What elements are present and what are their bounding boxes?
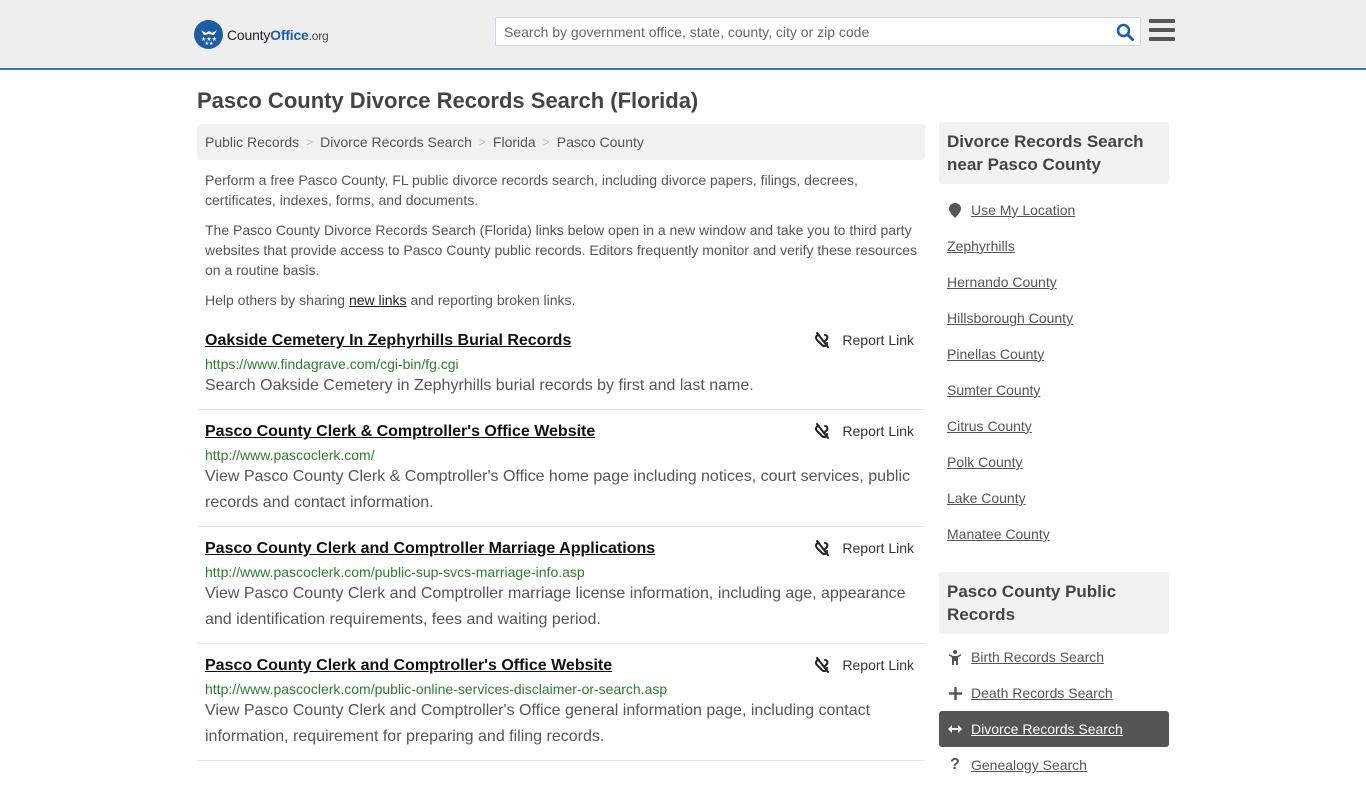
result-item: Pasco County Clerk & Comptroller's Offic… bbox=[197, 410, 925, 527]
result-item: Pasco County Clerk and Comptroller Marri… bbox=[197, 527, 925, 644]
sidebar-item-genealogy[interactable]: ? Genealogy Search bbox=[939, 747, 1169, 783]
page-title: Pasco County Divorce Records Search (Flo… bbox=[197, 88, 699, 113]
result-url: http://www.pascoclerk.com/ bbox=[205, 447, 375, 463]
logo-wordmark: CountyOffice.org bbox=[227, 27, 329, 43]
broken-link-icon bbox=[815, 332, 830, 348]
logo-org: .org bbox=[308, 28, 329, 43]
eagle-stars-badge-icon: ★★★ ★★ bbox=[194, 20, 223, 49]
sidebar-link[interactable]: Birth Records Search bbox=[971, 649, 1104, 665]
site-logo[interactable]: ★★★ ★★ CountyOffice.org bbox=[194, 20, 329, 49]
nearby-link[interactable]: Citrus County bbox=[947, 418, 1032, 434]
nearby-item-zephyrhills[interactable]: Zephyrhills bbox=[939, 228, 1169, 264]
report-link-label: Report Link bbox=[842, 657, 914, 673]
result-url: https://www.findagrave.com/cgi-bin/fg.cg… bbox=[205, 356, 459, 372]
nearby-link[interactable]: Sumter County bbox=[947, 382, 1040, 398]
broken-link-icon bbox=[815, 657, 830, 673]
result-item: Oakside Cemetery In Zephyrhills Burial R… bbox=[197, 327, 925, 410]
intro-text-segment: Help others by sharing bbox=[205, 292, 349, 308]
svg-text:★★: ★★ bbox=[204, 41, 213, 46]
nearby-link[interactable]: Hernando County bbox=[947, 274, 1057, 290]
nearby-link[interactable]: Manatee County bbox=[947, 526, 1050, 542]
sidebar-item-birth-records[interactable]: Birth Records Search bbox=[939, 639, 1169, 675]
search-bar bbox=[495, 17, 1141, 46]
sidebar-item-death-records[interactable]: Death Records Search bbox=[939, 675, 1169, 711]
nearby-item-hillsborough[interactable]: Hillsborough County bbox=[939, 300, 1169, 336]
nearby-item-manatee[interactable]: Manatee County bbox=[939, 516, 1169, 552]
search-input[interactable] bbox=[496, 18, 1110, 45]
nearby-heading: Divorce Records Search near Pasco County bbox=[939, 122, 1169, 184]
breadcrumb-pasco-county[interactable]: Pasco County bbox=[557, 134, 644, 150]
report-link-label: Report Link bbox=[842, 540, 914, 556]
sidebar: Divorce Records Search near Pasco County… bbox=[939, 122, 1169, 789]
map-marker-icon bbox=[947, 202, 963, 218]
top-header: ★★★ ★★ CountyOffice.org bbox=[0, 0, 1366, 70]
search-button[interactable] bbox=[1110, 18, 1140, 45]
hamburger-menu-icon[interactable] bbox=[1149, 19, 1175, 43]
report-link-label: Report Link bbox=[842, 423, 914, 439]
nearby-item-hernando[interactable]: Hernando County bbox=[939, 264, 1169, 300]
new-links-link[interactable]: new links bbox=[349, 292, 407, 308]
breadcrumb-separator: > bbox=[306, 135, 314, 149]
broken-link-icon bbox=[815, 423, 830, 439]
nearby-link[interactable]: Hillsborough County bbox=[947, 310, 1073, 326]
report-link-button[interactable]: Report Link bbox=[814, 657, 914, 673]
nearby-link[interactable]: Lake County bbox=[947, 490, 1026, 506]
result-description: View Pasco County Clerk and Comptroller'… bbox=[205, 702, 871, 745]
result-item: Pasco County Clerk and Comptroller's Off… bbox=[197, 644, 925, 761]
sidebar-item-divorce-records[interactable]: Divorce Records Search bbox=[939, 711, 1169, 747]
nearby-item-polk[interactable]: Polk County bbox=[939, 444, 1169, 480]
nearby-link[interactable]: Pinellas County bbox=[947, 346, 1044, 362]
result-title-link[interactable]: Oakside Cemetery In Zephyrhills Burial R… bbox=[205, 331, 571, 351]
breadcrumb-separator: > bbox=[542, 135, 550, 149]
sidebar-link[interactable]: Divorce Records Search bbox=[971, 721, 1123, 737]
result-description: View Pasco County Clerk and Comptroller … bbox=[205, 585, 906, 628]
intro-text: Perform a free Pasco County, FL public d… bbox=[205, 170, 921, 320]
breadcrumb-divorce-records[interactable]: Divorce Records Search bbox=[320, 134, 472, 150]
use-my-location-link[interactable]: Use My Location bbox=[971, 202, 1075, 218]
intro-text-segment: and reporting broken links. bbox=[406, 292, 576, 308]
public-records-heading: Pasco County Public Records bbox=[939, 572, 1169, 634]
logo-office: Office bbox=[270, 26, 309, 43]
sidebar-link[interactable]: Death Records Search bbox=[971, 685, 1113, 701]
search-icon bbox=[1116, 23, 1134, 41]
nearby-item-lake[interactable]: Lake County bbox=[939, 480, 1169, 516]
breadcrumb: Public Records > Divorce Records Search … bbox=[197, 124, 925, 160]
result-url: http://www.pascoclerk.com/public-sup-svc… bbox=[205, 564, 585, 580]
breadcrumb-florida[interactable]: Florida bbox=[493, 134, 536, 150]
nearby-item-citrus[interactable]: Citrus County bbox=[939, 408, 1169, 444]
report-link-button[interactable]: Report Link bbox=[814, 423, 914, 439]
arrows-horizontal-icon bbox=[947, 724, 963, 734]
result-description: Search Oakside Cemetery in Zephyrhills b… bbox=[205, 377, 754, 394]
result-title-link[interactable]: Pasco County Clerk & Comptroller's Offic… bbox=[205, 422, 595, 442]
nearby-item-pinellas[interactable]: Pinellas County bbox=[939, 336, 1169, 372]
broken-link-icon bbox=[815, 540, 830, 556]
result-title-link[interactable]: Pasco County Clerk and Comptroller's Off… bbox=[205, 656, 612, 676]
nearby-list: Use My Location Zephyrhills Hernando Cou… bbox=[939, 184, 1169, 558]
breadcrumb-separator: > bbox=[478, 135, 486, 149]
nearby-link[interactable]: Zephyrhills bbox=[947, 238, 1015, 254]
plus-icon bbox=[947, 686, 963, 700]
intro-paragraph-2: The Pasco County Divorce Records Search … bbox=[205, 222, 918, 278]
report-link-button[interactable]: Report Link bbox=[814, 332, 914, 348]
nearby-item-sumter[interactable]: Sumter County bbox=[939, 372, 1169, 408]
child-icon bbox=[947, 649, 963, 665]
breadcrumb-public-records[interactable]: Public Records bbox=[205, 134, 299, 150]
use-my-location-item[interactable]: Use My Location bbox=[939, 192, 1169, 228]
report-link-button[interactable]: Report Link bbox=[814, 540, 914, 556]
result-title-link[interactable]: Pasco County Clerk and Comptroller Marri… bbox=[205, 539, 655, 559]
public-records-list: Birth Records Search Death Records Searc… bbox=[939, 634, 1169, 789]
result-description: View Pasco County Clerk & Comptroller's … bbox=[205, 468, 911, 511]
logo-county: County bbox=[227, 26, 271, 43]
intro-paragraph-3: Help others by sharing new links and rep… bbox=[205, 290, 921, 310]
question-icon: ? bbox=[950, 756, 960, 773]
result-url: http://www.pascoclerk.com/public-online-… bbox=[205, 681, 668, 697]
results-list: Oakside Cemetery In Zephyrhills Burial R… bbox=[197, 327, 925, 761]
nearby-link[interactable]: Polk County bbox=[947, 454, 1022, 470]
sidebar-link[interactable]: Genealogy Search bbox=[971, 757, 1087, 773]
intro-paragraph-1: Perform a free Pasco County, FL public d… bbox=[205, 172, 858, 208]
report-link-label: Report Link bbox=[842, 332, 914, 348]
